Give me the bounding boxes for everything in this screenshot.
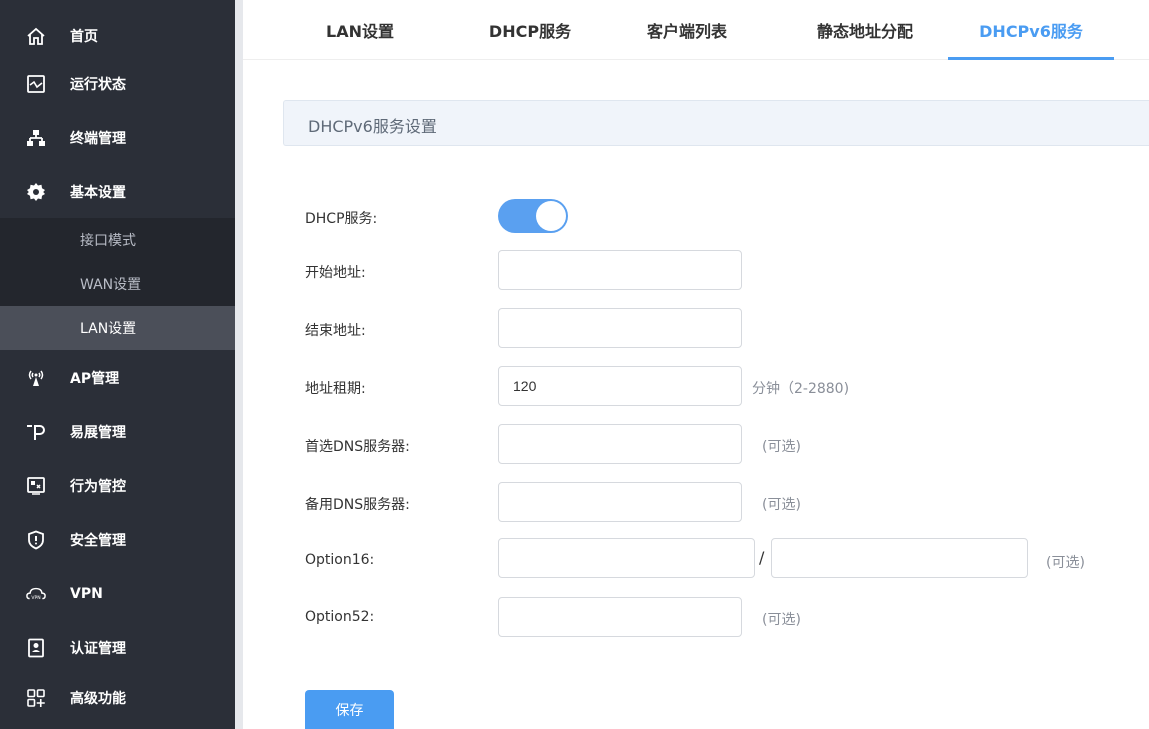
panel-header: DHCPv6服务设置 xyxy=(283,100,1149,146)
sidebar-item-easy-expand[interactable]: 易展管理 xyxy=(0,406,235,458)
lease-input[interactable] xyxy=(498,366,742,406)
option16-label: Option16: xyxy=(305,552,375,568)
tab-static-address[interactable]: 静态地址分配 xyxy=(795,0,935,60)
sidebar-item-status[interactable]: 运行状态 xyxy=(0,58,235,110)
sidebar-item-security[interactable]: 安全管理 xyxy=(0,514,235,566)
advanced-grid-icon xyxy=(26,688,46,708)
sidebar-item-terminal[interactable]: 终端管理 xyxy=(0,112,235,164)
sidebar-subitem-label: 接口模式 xyxy=(80,233,136,249)
toggle-knob xyxy=(536,201,566,231)
auth-badge-icon xyxy=(26,638,46,658)
sidebar-item-label: 基本设置 xyxy=(70,185,126,201)
panel-title: DHCPv6服务设置 xyxy=(308,117,437,136)
primary-dns-hint: (可选) xyxy=(762,439,801,455)
start-address-label: 开始地址: xyxy=(305,265,366,281)
vpn-cloud-icon: VPN xyxy=(26,584,46,604)
end-address-input[interactable] xyxy=(498,308,742,348)
sidebar-subitem-label: LAN设置 xyxy=(80,321,137,337)
lease-hint: 分钟（2-2880) xyxy=(752,381,850,397)
sidebar-subitem-lan[interactable]: LAN设置 xyxy=(0,306,235,350)
backup-dns-hint: (可选) xyxy=(762,497,801,513)
start-address-input[interactable] xyxy=(498,250,742,290)
option52-label: Option52: xyxy=(305,609,375,625)
tab-client-list[interactable]: 客户端列表 xyxy=(631,0,743,60)
svg-text:VPN: VPN xyxy=(31,595,40,601)
sidebar-item-label: VPN xyxy=(70,586,103,602)
sidebar-item-home[interactable]: 首页 xyxy=(0,10,235,62)
end-address-label: 结束地址: xyxy=(305,323,366,339)
lease-label: 地址租期: xyxy=(305,381,366,397)
sidebar-item-label: 运行状态 xyxy=(70,77,126,93)
sidebar-subitem-label: WAN设置 xyxy=(80,277,142,293)
option52-hint: (可选) xyxy=(762,612,801,628)
primary-dns-label: 首选DNS服务器: xyxy=(305,439,410,455)
sidebar-item-ap[interactable]: AP管理 xyxy=(0,352,235,404)
backup-dns-label: 备用DNS服务器: xyxy=(305,497,410,513)
sidebar-subitem-wan[interactable]: WAN设置 xyxy=(0,262,235,306)
tab-dhcpv6-service[interactable]: DHCPv6服务 xyxy=(948,0,1114,60)
option52-input[interactable] xyxy=(498,597,742,637)
sidebar-item-label: 认证管理 xyxy=(70,641,126,657)
sidebar-item-label: AP管理 xyxy=(70,371,120,387)
network-tree-icon xyxy=(26,128,46,148)
gear-icon xyxy=(26,182,46,202)
dhcp-service-label: DHCP服务: xyxy=(305,211,378,227)
backup-dns-input[interactable] xyxy=(498,482,742,522)
behavior-control-icon xyxy=(26,476,46,496)
sidebar: 首页 运行状态 终端管理 基本设置 接口模式 WAN设置 LAN设置 AP管理 xyxy=(0,0,235,729)
sidebar-item-label: 安全管理 xyxy=(70,533,126,549)
dhcp-service-toggle[interactable] xyxy=(498,199,568,233)
status-monitor-icon xyxy=(26,74,46,94)
ap-antenna-icon xyxy=(26,368,46,388)
sidebar-item-label: 终端管理 xyxy=(70,131,126,147)
option16-hint: (可选) xyxy=(1046,555,1085,571)
option16-separator: / xyxy=(759,548,765,567)
tab-dhcp-service[interactable]: DHCP服务 xyxy=(471,0,589,60)
sidebar-item-label: 行为管控 xyxy=(70,479,126,495)
sidebar-item-auth[interactable]: 认证管理 xyxy=(0,622,235,674)
home-icon xyxy=(26,26,46,46)
sidebar-item-label: 高级功能 xyxy=(70,691,126,707)
sidebar-item-advanced[interactable]: 高级功能 xyxy=(0,672,235,724)
tab-lan-settings[interactable]: LAN设置 xyxy=(305,0,415,60)
option16-input-2[interactable] xyxy=(771,538,1028,578)
sidebar-item-label: 易展管理 xyxy=(70,425,126,441)
sidebar-divider xyxy=(235,0,243,729)
sidebar-item-basic-settings[interactable]: 基本设置 xyxy=(0,166,235,218)
sidebar-subitem-interface-mode[interactable]: 接口模式 xyxy=(0,218,235,262)
easy-expand-icon xyxy=(26,422,46,442)
tab-bar: LAN设置 DHCP服务 客户端列表 静态地址分配 DHCPv6服务 xyxy=(243,0,1149,60)
sidebar-item-behavior[interactable]: 行为管控 xyxy=(0,460,235,512)
option16-input-1[interactable] xyxy=(498,538,755,578)
primary-dns-input[interactable] xyxy=(498,424,742,464)
sidebar-item-vpn[interactable]: VPN VPN xyxy=(0,568,235,620)
shield-icon xyxy=(26,530,46,550)
save-button[interactable]: 保存 xyxy=(305,690,394,729)
sidebar-item-label: 首页 xyxy=(70,29,98,45)
